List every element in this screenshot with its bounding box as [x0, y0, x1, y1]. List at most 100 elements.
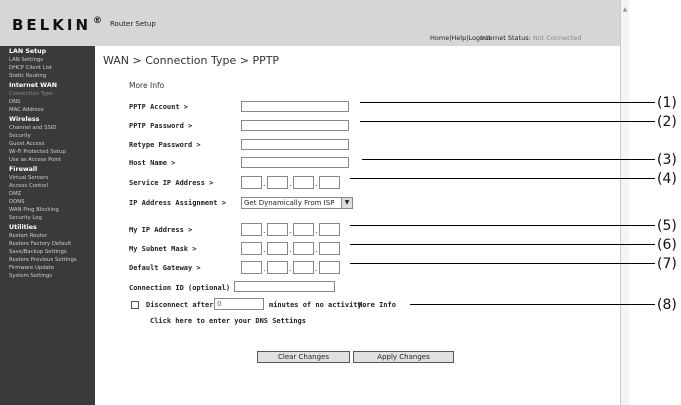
disconnect-label: Disconnect after — [146, 301, 214, 309]
gateway-octet-4[interactable] — [319, 261, 340, 274]
sidebar-item-wan-ping-blocking[interactable]: WAN Ping Blocking — [9, 207, 59, 213]
callout-line — [350, 225, 655, 226]
more-info-link[interactable]: More Info — [129, 81, 164, 90]
ip-separator: . — [289, 245, 292, 254]
ip-assignment-value: Get Dynamically From ISP — [244, 199, 335, 207]
clear-changes-button[interactable]: Clear Changes — [257, 351, 350, 363]
belkin-logo: BELKIN ® — [12, 16, 102, 34]
sidebar-section-lan-setup[interactable]: LAN Setup — [9, 48, 46, 55]
sidebar-item-access-control[interactable]: Access Control — [9, 183, 48, 189]
sidebar-item-ddns[interactable]: DDNS — [9, 199, 24, 205]
sidebar-item-system-settings[interactable]: System Settings — [9, 273, 52, 279]
callout-label: (4) — [657, 171, 677, 187]
service-ip-octet-1[interactable] — [241, 176, 262, 189]
callout-label: (1) — [657, 95, 677, 111]
ip-separator: . — [263, 245, 266, 254]
sidebar-item-dmz[interactable]: DMZ — [9, 191, 21, 197]
internet-status: Internet Status: Not Connected — [480, 34, 581, 42]
subnet-octet-3[interactable] — [293, 242, 314, 255]
my-ip-octet-2[interactable] — [267, 223, 288, 236]
disconnect-more-info-link[interactable]: More Info — [358, 301, 396, 309]
ip-separator: . — [289, 264, 292, 273]
service-ip-octet-2[interactable] — [267, 176, 288, 189]
ip-separator: . — [289, 179, 292, 188]
ip-separator: . — [263, 264, 266, 273]
callout-label: (2) — [657, 114, 677, 130]
ip-separator: . — [315, 245, 318, 254]
callout-label: (8) — [657, 297, 677, 313]
sidebar-item-restore-factory[interactable]: Restore Factory Default — [9, 241, 71, 247]
host-name-input[interactable] — [241, 157, 349, 168]
my-ip-octet-3[interactable] — [293, 223, 314, 236]
callout-line — [362, 159, 655, 160]
my-ip-octet-4[interactable] — [319, 223, 340, 236]
subnet-octet-1[interactable] — [241, 242, 262, 255]
gateway-octet-1[interactable] — [241, 261, 262, 274]
sidebar: LAN Setup LAN Settings DHCP Client List … — [0, 46, 95, 405]
gateway-label: Default Gateway > — [129, 264, 201, 272]
sidebar-item-security[interactable]: Security — [9, 133, 31, 139]
sidebar-item-mac-address[interactable]: MAC Address — [9, 107, 44, 113]
my-ip-octet-1[interactable] — [241, 223, 262, 236]
sidebar-item-restart-router[interactable]: Restart Router — [9, 233, 47, 239]
sidebar-item-channel-ssid[interactable]: Channel and SSID — [9, 125, 56, 131]
sidebar-item-save-backup[interactable]: Save/Backup Settings — [9, 249, 67, 255]
vertical-scrollbar[interactable]: ▲ — [620, 0, 629, 405]
sidebar-item-restore-previous[interactable]: Restore Previous Settings — [9, 257, 77, 263]
callout-label: (6) — [657, 237, 677, 253]
subnet-octet-4[interactable] — [319, 242, 340, 255]
registered-mark: ® — [93, 16, 102, 26]
sidebar-item-wps[interactable]: Wi-Fi Protected Setup — [9, 149, 66, 155]
ip-assignment-select[interactable]: Get Dynamically From ISP ▼ — [241, 197, 353, 209]
callout-line — [350, 178, 655, 179]
gateway-octet-3[interactable] — [293, 261, 314, 274]
sidebar-section-internet-wan[interactable]: Internet WAN — [9, 82, 57, 89]
sidebar-item-access-point[interactable]: Use as Access Point — [9, 157, 61, 163]
connection-id-input[interactable] — [234, 281, 335, 292]
pptp-password-label: PPTP Password > — [129, 122, 193, 130]
sidebar-item-firmware-update[interactable]: Firmware Update — [9, 265, 54, 271]
retype-password-label: Retype Password > — [129, 141, 201, 149]
ip-separator: . — [315, 179, 318, 188]
router-setup-page: BELKIN ® Router Setup Home|Help|Logout In… — [0, 0, 629, 405]
header-bar: BELKIN ® Router Setup Home|Help|Logout In… — [0, 0, 620, 46]
retype-password-input[interactable] — [241, 139, 349, 150]
apply-changes-button[interactable]: Apply Changes — [353, 351, 454, 363]
sidebar-section-utilities[interactable]: Utilities — [9, 224, 37, 231]
sidebar-item-virtual-servers[interactable]: Virtual Servers — [9, 175, 48, 181]
scroll-up-icon[interactable]: ▲ — [621, 6, 629, 14]
service-ip-octet-4[interactable] — [319, 176, 340, 189]
sidebar-item-dns[interactable]: DNS — [9, 99, 20, 105]
sidebar-item-lan-settings[interactable]: LAN Settings — [9, 57, 43, 63]
ip-separator: . — [263, 226, 266, 235]
service-ip-octet-3[interactable] — [293, 176, 314, 189]
help-link[interactable]: Help — [451, 34, 466, 42]
brand-name: BELKIN — [12, 16, 91, 34]
home-link[interactable]: Home — [430, 34, 449, 42]
disconnect-minutes-input[interactable]: 0 — [214, 298, 264, 310]
app-title: Router Setup — [110, 20, 156, 28]
ip-separator: . — [315, 226, 318, 235]
chevron-down-icon[interactable]: ▼ — [341, 198, 352, 208]
disconnect-checkbox[interactable] — [131, 301, 139, 309]
ip-assignment-label: IP Address Assignment > — [129, 199, 226, 207]
sidebar-item-connection-type[interactable]: Connection Type — [9, 91, 53, 97]
sidebar-item-security-log[interactable]: Security Log — [9, 215, 42, 221]
callout-line — [350, 263, 655, 264]
callout-label: (5) — [657, 218, 677, 234]
callout-line — [360, 102, 655, 103]
pptp-password-input[interactable] — [241, 120, 349, 131]
sidebar-item-static-routing[interactable]: Static Routing — [9, 73, 46, 79]
sidebar-section-wireless[interactable]: Wireless — [9, 116, 39, 123]
my-ip-label: My IP Address > — [129, 226, 193, 234]
subnet-octet-2[interactable] — [267, 242, 288, 255]
dns-settings-link[interactable]: Click here to enter your DNS Settings — [150, 317, 306, 325]
host-name-label: Host Name > — [129, 159, 176, 167]
sidebar-item-guest-access[interactable]: Guest Access — [9, 141, 44, 147]
pptp-account-input[interactable] — [241, 101, 349, 112]
gateway-octet-2[interactable] — [267, 261, 288, 274]
page-title: WAN > Connection Type > PPTP — [103, 54, 280, 67]
sidebar-section-firewall[interactable]: Firewall — [9, 166, 37, 173]
sidebar-item-dhcp-client-list[interactable]: DHCP Client List — [9, 65, 52, 71]
ip-separator: . — [263, 179, 266, 188]
